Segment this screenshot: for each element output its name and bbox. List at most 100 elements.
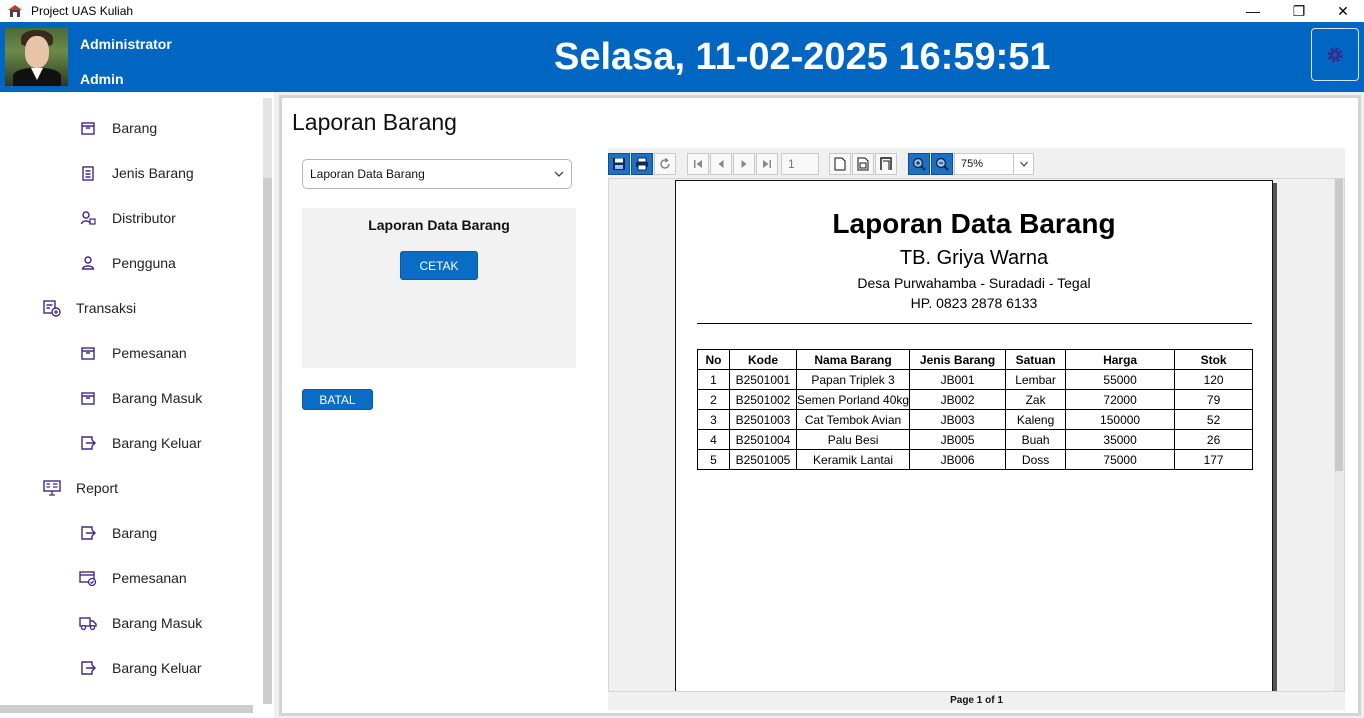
- panel-title: Laporan Data Barang: [368, 217, 510, 233]
- refresh-button[interactable]: [654, 153, 676, 175]
- sidebar: Barang Jenis Barang Distributor Pengguna…: [0, 92, 274, 718]
- user-icon: [78, 253, 98, 273]
- zoom-out-button[interactable]: [931, 153, 953, 175]
- avatar: [5, 28, 68, 86]
- page-title: Laporan Barang: [292, 109, 457, 135]
- table-header-row: No Kode Nama Barang Jenis Barang Satuan …: [697, 349, 1254, 370]
- print-button[interactable]: [631, 153, 653, 175]
- report-type-select[interactable]: Laporan Data Barang: [302, 159, 572, 189]
- zoom-select[interactable]: 75%: [954, 153, 1034, 175]
- table-cell: 26: [1174, 429, 1254, 450]
- box-icon: [78, 118, 98, 138]
- sidebar-item-report-pemesanan[interactable]: Pemesanan: [78, 563, 187, 593]
- table-row: 1 B2501001 Papan Triplek 3 JB001 Lembar …: [697, 369, 1254, 390]
- sidebar-item-report-barang-keluar[interactable]: Barang Keluar: [78, 653, 202, 683]
- first-page-icon: [694, 160, 702, 168]
- sidebar-item-jenis-barang[interactable]: Jenis Barang: [78, 158, 194, 188]
- fit-width-button[interactable]: [875, 153, 897, 175]
- zoom-in-button[interactable]: [908, 153, 930, 175]
- maximize-button[interactable]: ❐: [1276, 0, 1322, 22]
- cancel-button[interactable]: BATAL: [302, 389, 373, 410]
- box-icon: [78, 343, 98, 363]
- table-cell: 120: [1174, 369, 1254, 390]
- settings-button[interactable]: [1311, 28, 1359, 81]
- main-content: Laporan Barang Laporan Data Barang Lapor…: [279, 95, 1361, 716]
- sidebar-item-barang-masuk[interactable]: Barang Masuk: [78, 383, 202, 413]
- sidebar-item-label: Barang Masuk: [112, 390, 203, 406]
- user-name: Administrator: [80, 36, 172, 52]
- page-icon: [834, 157, 846, 171]
- table-cell: B2501005: [729, 449, 797, 470]
- table-cell: JB001: [909, 369, 1007, 390]
- sidebar-item-label: Pemesanan: [112, 570, 187, 586]
- actual-size-button[interactable]: [829, 153, 851, 175]
- table-cell: Zak: [1005, 389, 1067, 410]
- sidebar-item-label: Barang Keluar: [112, 435, 202, 451]
- first-page-button[interactable]: [687, 153, 709, 175]
- viewer-vertical-scrollbar[interactable]: [1334, 179, 1344, 691]
- report-viewer: 1 75% Laporan Data Barang TB. Griya Warn…: [608, 148, 1345, 710]
- export-icon: [78, 658, 98, 678]
- next-page-icon: [741, 160, 747, 168]
- chevron-down-icon: [554, 171, 564, 177]
- sidebar-item-report[interactable]: Report: [42, 473, 118, 503]
- sidebar-item-transaksi[interactable]: Transaksi: [42, 293, 136, 323]
- column-header: Harga: [1065, 349, 1176, 370]
- sidebar-item-label: Pemesanan: [112, 345, 187, 361]
- previous-page-button[interactable]: [710, 153, 732, 175]
- sidebar-item-pengguna[interactable]: Pengguna: [78, 248, 176, 278]
- report-canvas[interactable]: Laporan Data Barang TB. Griya Warna Desa…: [608, 178, 1345, 692]
- page-number-input[interactable]: 1: [781, 153, 819, 175]
- close-button[interactable]: ✕: [1320, 0, 1364, 22]
- table-cell: JB002: [909, 389, 1007, 410]
- sidebar-item-label: Distributor: [112, 210, 176, 226]
- table-cell: Buah: [1005, 429, 1067, 450]
- table-cell: Keramik Lantai: [795, 449, 911, 470]
- table-cell: 72000: [1065, 389, 1176, 410]
- column-header: Stok: [1174, 349, 1254, 370]
- table-cell: Lembar: [1005, 369, 1067, 390]
- report-phone: HP. 0823 2878 6133: [910, 295, 1038, 311]
- save-icon: [613, 158, 625, 170]
- fit-page-button[interactable]: [852, 153, 874, 175]
- user-role: Admin: [80, 71, 124, 87]
- chevron-down-icon: [1013, 154, 1033, 174]
- previous-page-icon: [718, 160, 724, 168]
- table-cell: Semen Porland 40kg: [795, 389, 911, 410]
- report-address: Desa Purwahamba - Suradadi - Tegal: [857, 275, 1091, 291]
- sidebar-item-report-barang[interactable]: Barang: [78, 518, 157, 548]
- zoom-in-icon: [912, 157, 926, 171]
- cart-check-icon: [78, 568, 98, 588]
- table-cell: 3: [697, 409, 730, 430]
- next-page-button[interactable]: [733, 153, 755, 175]
- report-company: TB. Griya Warna: [899, 247, 1049, 269]
- sidebar-vertical-scrollbar[interactable]: [263, 98, 272, 704]
- save-button[interactable]: [608, 153, 630, 175]
- sidebar-item-barang[interactable]: Barang: [78, 113, 157, 143]
- sidebar-item-barang-keluar[interactable]: Barang Keluar: [78, 428, 202, 458]
- sidebar-item-pemesanan[interactable]: Pemesanan: [78, 338, 187, 368]
- column-header: Kode: [729, 349, 797, 370]
- transaction-icon: [42, 298, 62, 318]
- sidebar-item-report-barang-masuk[interactable]: Barang Masuk: [78, 608, 202, 638]
- table-cell: JB006: [909, 449, 1007, 470]
- table-cell: 79: [1174, 389, 1254, 410]
- sidebar-item-distributor[interactable]: Distributor: [78, 203, 176, 233]
- export-icon: [78, 523, 98, 543]
- last-page-button[interactable]: [756, 153, 778, 175]
- sidebar-horizontal-scrollbar[interactable]: [0, 705, 253, 713]
- table-cell: Papan Triplek 3: [795, 369, 911, 390]
- table-cell: Palu Besi: [795, 429, 911, 450]
- table-cell: 55000: [1065, 369, 1176, 390]
- column-header: Nama Barang: [795, 349, 911, 370]
- sidebar-item-label: Barang: [112, 525, 158, 541]
- report-page: Laporan Data Barang TB. Griya Warna Desa…: [675, 180, 1273, 691]
- report-title: Laporan Data Barang: [832, 208, 1116, 239]
- table-cell: Cat Tembok Avian: [795, 409, 911, 430]
- table-row: 3 B2501003 Cat Tembok Avian JB003 Kaleng…: [697, 409, 1254, 430]
- minimize-button[interactable]: —: [1230, 0, 1276, 22]
- page-status: Page 1 of 1: [608, 692, 1345, 710]
- gear-icon: [1327, 47, 1343, 62]
- print-button[interactable]: CETAK: [400, 251, 478, 280]
- table-cell: JB005: [909, 429, 1007, 450]
